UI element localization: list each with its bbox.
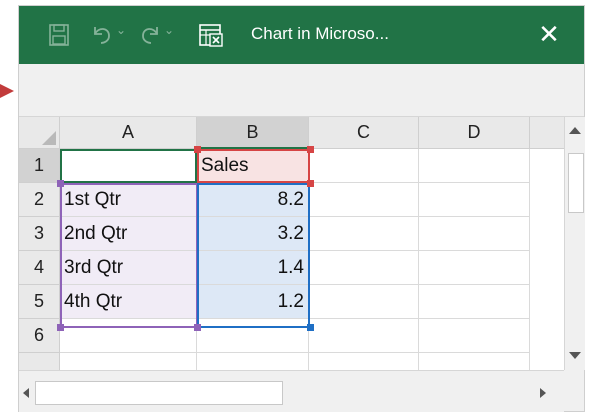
scroll-left-arrow-icon[interactable] (23, 388, 29, 398)
cell-a7[interactable] (60, 353, 197, 370)
row-header-1[interactable]: 1 (19, 149, 60, 183)
row-header-6[interactable]: 6 (19, 319, 60, 353)
redo-icon[interactable] (139, 23, 161, 45)
select-all-corner[interactable] (19, 117, 60, 149)
scroll-right-arrow-icon[interactable] (540, 388, 546, 398)
series-name-range-handle-top-left[interactable] (194, 146, 201, 153)
row-header-3[interactable]: 3 (19, 217, 60, 251)
cell-d3[interactable] (419, 217, 530, 251)
column-header-d[interactable]: D (419, 117, 530, 149)
category-range-handle-top-left[interactable] (57, 180, 64, 187)
series-name-range-handle-bottom-right[interactable] (307, 180, 314, 187)
row-header-4[interactable]: 4 (19, 251, 60, 285)
cell-c7[interactable] (309, 353, 419, 370)
cell-c4[interactable] (309, 251, 419, 285)
column-header-b[interactable]: B (197, 117, 309, 149)
scroll-down-arrow-icon[interactable] (569, 352, 581, 359)
window-title: Chart in Microso... (251, 24, 389, 43)
row-header-5[interactable]: 5 (19, 285, 60, 319)
cell-a1[interactable] (60, 149, 197, 183)
title-bar: ⌄ ⌄ Chart in Microso... ✕ (19, 6, 584, 64)
scrollbar-corner (564, 370, 584, 411)
values-range-outline (197, 183, 310, 328)
cell-d7[interactable] (419, 353, 530, 370)
excel-sheet-icon[interactable] (199, 23, 223, 47)
column-header-c[interactable]: C (309, 117, 419, 149)
cell-c2[interactable] (309, 183, 419, 217)
close-icon[interactable]: ✕ (531, 16, 567, 52)
column-header-a[interactable]: A (60, 117, 197, 149)
cell-c6[interactable] (309, 319, 419, 353)
cell-d2[interactable] (419, 183, 530, 217)
values-range-handle-bottom-right[interactable] (307, 324, 314, 331)
select-all-triangle-icon (42, 131, 56, 145)
cell-d6[interactable] (419, 319, 530, 353)
series-name-range-handle-top-right[interactable] (307, 146, 314, 153)
chart-data-window: ⌄ ⌄ Chart in Microso... ✕ A B C D 1 2 3 … (19, 6, 585, 412)
save-icon[interactable] (49, 24, 69, 46)
row-header-2[interactable]: 2 (19, 183, 60, 217)
series-name-range-outline (197, 149, 310, 183)
cell-c3[interactable] (309, 217, 419, 251)
undo-icon[interactable] (91, 23, 113, 45)
row-header-7[interactable] (19, 353, 60, 370)
cell-d5[interactable] (419, 285, 530, 319)
undo-dropdown-icon[interactable]: ⌄ (116, 23, 126, 37)
column-header-next[interactable] (530, 117, 564, 149)
category-range-outline (60, 183, 198, 328)
pointer-arrow (0, 84, 14, 98)
cell-b7[interactable] (197, 353, 309, 370)
formula-bar[interactable] (19, 64, 584, 117)
vertical-scrollbar[interactable] (564, 117, 585, 370)
spreadsheet-grid: A B C D 1 2 3 4 5 6 Sales 1st Qtr 8.2 2n… (19, 117, 564, 370)
vertical-scroll-thumb[interactable] (568, 153, 584, 213)
redo-dropdown-icon[interactable]: ⌄ (164, 23, 174, 37)
cell-d4[interactable] (419, 251, 530, 285)
scroll-up-arrow-icon[interactable] (569, 127, 581, 134)
cell-c5[interactable] (309, 285, 419, 319)
horizontal-scroll-thumb[interactable] (35, 381, 283, 405)
category-range-handle-bottom-right[interactable] (194, 324, 201, 331)
cell-d1[interactable] (419, 149, 530, 183)
horizontal-scrollbar[interactable] (19, 370, 564, 412)
category-range-handle-bottom-left[interactable] (57, 324, 64, 331)
cell-c1[interactable] (309, 149, 419, 183)
